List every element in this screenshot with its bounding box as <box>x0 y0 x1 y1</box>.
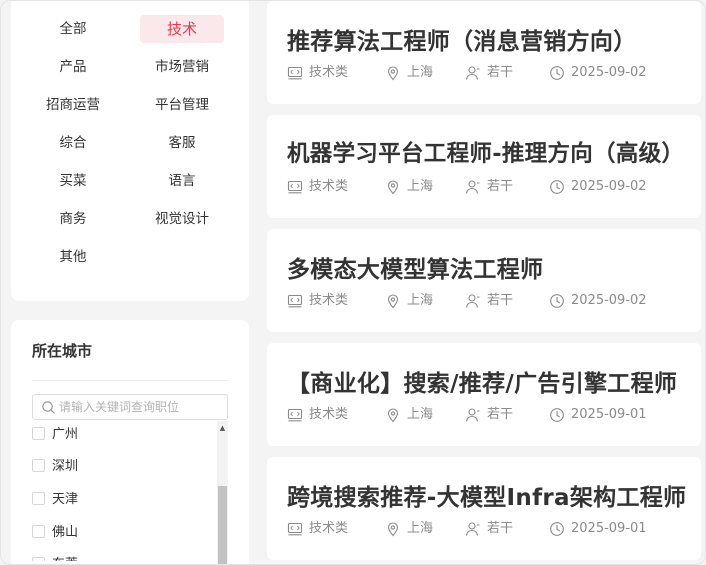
code-window-icon <box>287 66 303 80</box>
checkbox[interactable] <box>32 492 45 505</box>
checkbox[interactable] <box>32 459 45 472</box>
code-window-icon <box>287 180 303 194</box>
clock-icon <box>550 66 564 80</box>
person-icon <box>465 66 480 80</box>
city-option-shenzhen[interactable]: 深圳 <box>32 457 78 477</box>
city-label: 东莞 <box>52 557 78 561</box>
job-title[interactable]: 推荐算法工程师（消息营销方向） <box>287 22 637 56</box>
checkbox[interactable] <box>32 525 45 538</box>
page-frame: 全部 技术 产品 市场营销 招商运营 平台管理 综合 客服 买菜 语言 商务 视… <box>0 0 706 565</box>
category-customer-service[interactable]: 客服 <box>140 129 224 157</box>
job-card[interactable]: 【商业化】搜索/推荐/广告引擎工程师 技术类 上海 若干 2025-09-01 <box>267 343 701 446</box>
city-option-foshan[interactable]: 佛山 <box>32 523 78 543</box>
person-icon <box>465 522 480 536</box>
clock-icon <box>550 408 564 422</box>
category-platform-mgmt[interactable]: 平台管理 <box>140 91 224 119</box>
scroll-up-arrow-icon[interactable]: ▲ <box>217 423 228 433</box>
search-icon <box>42 401 55 414</box>
category-visual-design[interactable]: 视觉设计 <box>140 205 224 233</box>
category-merchant-ops[interactable]: 招商运营 <box>31 91 115 119</box>
city-filter-panel: 所在城市 广州 深圳 天津 佛山 东莞 ▲ <box>11 320 249 564</box>
category-all[interactable]: 全部 <box>31 15 115 43</box>
job-title[interactable]: 【商业化】搜索/推荐/广告引擎工程师 <box>287 364 677 398</box>
person-icon <box>465 294 480 308</box>
city-option-guangzhou[interactable]: 广州 <box>32 425 78 445</box>
city-option-dongguan[interactable]: 东莞 <box>32 555 78 561</box>
divider <box>32 380 228 381</box>
city-list-scrollbar[interactable]: ▲ <box>217 421 228 564</box>
checkbox[interactable] <box>32 427 45 440</box>
location-pin-icon <box>387 66 399 81</box>
location-pin-icon <box>387 294 399 309</box>
checkbox[interactable] <box>32 557 45 561</box>
person-icon <box>465 408 480 422</box>
city-option-tianjin[interactable]: 天津 <box>32 490 78 510</box>
category-business[interactable]: 商务 <box>31 205 115 233</box>
city-search-box[interactable] <box>32 394 228 420</box>
code-window-icon <box>287 408 303 422</box>
city-label: 佛山 <box>52 525 79 540</box>
category-other[interactable]: 其他 <box>31 243 115 271</box>
job-title[interactable]: 机器学习平台工程师-推理方向（高级） <box>287 136 684 168</box>
job-card[interactable]: 多模态大模型算法工程师 技术类 上海 若干 2025-09-02 <box>267 229 701 332</box>
city-label: 天津 <box>52 492 79 507</box>
category-filter-panel: 全部 技术 产品 市场营销 招商运营 平台管理 综合 客服 买菜 语言 商务 视… <box>11 1 249 301</box>
city-label: 深圳 <box>52 459 79 474</box>
category-tech[interactable]: 技术 <box>140 15 224 43</box>
code-window-icon <box>287 522 303 536</box>
category-language[interactable]: 语言 <box>140 167 224 195</box>
city-label: 广州 <box>52 427 79 442</box>
category-marketing[interactable]: 市场营销 <box>140 53 224 81</box>
job-title[interactable]: 跨境搜索推荐-大模型Infra架构工程师 <box>287 478 686 512</box>
scrollbar-thumb[interactable] <box>218 486 227 564</box>
category-grocery[interactable]: 买菜 <box>31 167 115 195</box>
city-search-input[interactable] <box>59 398 225 416</box>
job-card[interactable]: 跨境搜索推荐-大模型Infra架构工程师 技术类 上海 若干 2025-09-0… <box>267 457 701 560</box>
category-general[interactable]: 综合 <box>31 129 115 157</box>
category-product[interactable]: 产品 <box>31 53 115 81</box>
job-card[interactable]: 机器学习平台工程师-推理方向（高级） 技术类 上海 若干 2025-09-02 <box>267 115 701 218</box>
city-filter-title: 所在城市 <box>32 342 93 360</box>
city-list: 广州 深圳 天津 佛山 东莞 <box>32 421 228 561</box>
clock-icon <box>550 522 564 536</box>
clock-icon <box>550 294 564 308</box>
location-pin-icon <box>387 522 399 537</box>
location-pin-icon <box>387 408 399 423</box>
code-window-icon <box>287 294 303 308</box>
job-title[interactable]: 多模态大模型算法工程师 <box>287 250 543 284</box>
clock-icon <box>550 180 564 194</box>
job-card[interactable]: 推荐算法工程师（消息营销方向） 技术类 上海 若干 2025-09-02 <box>267 1 701 104</box>
person-icon <box>465 180 480 194</box>
location-pin-icon <box>387 180 399 195</box>
